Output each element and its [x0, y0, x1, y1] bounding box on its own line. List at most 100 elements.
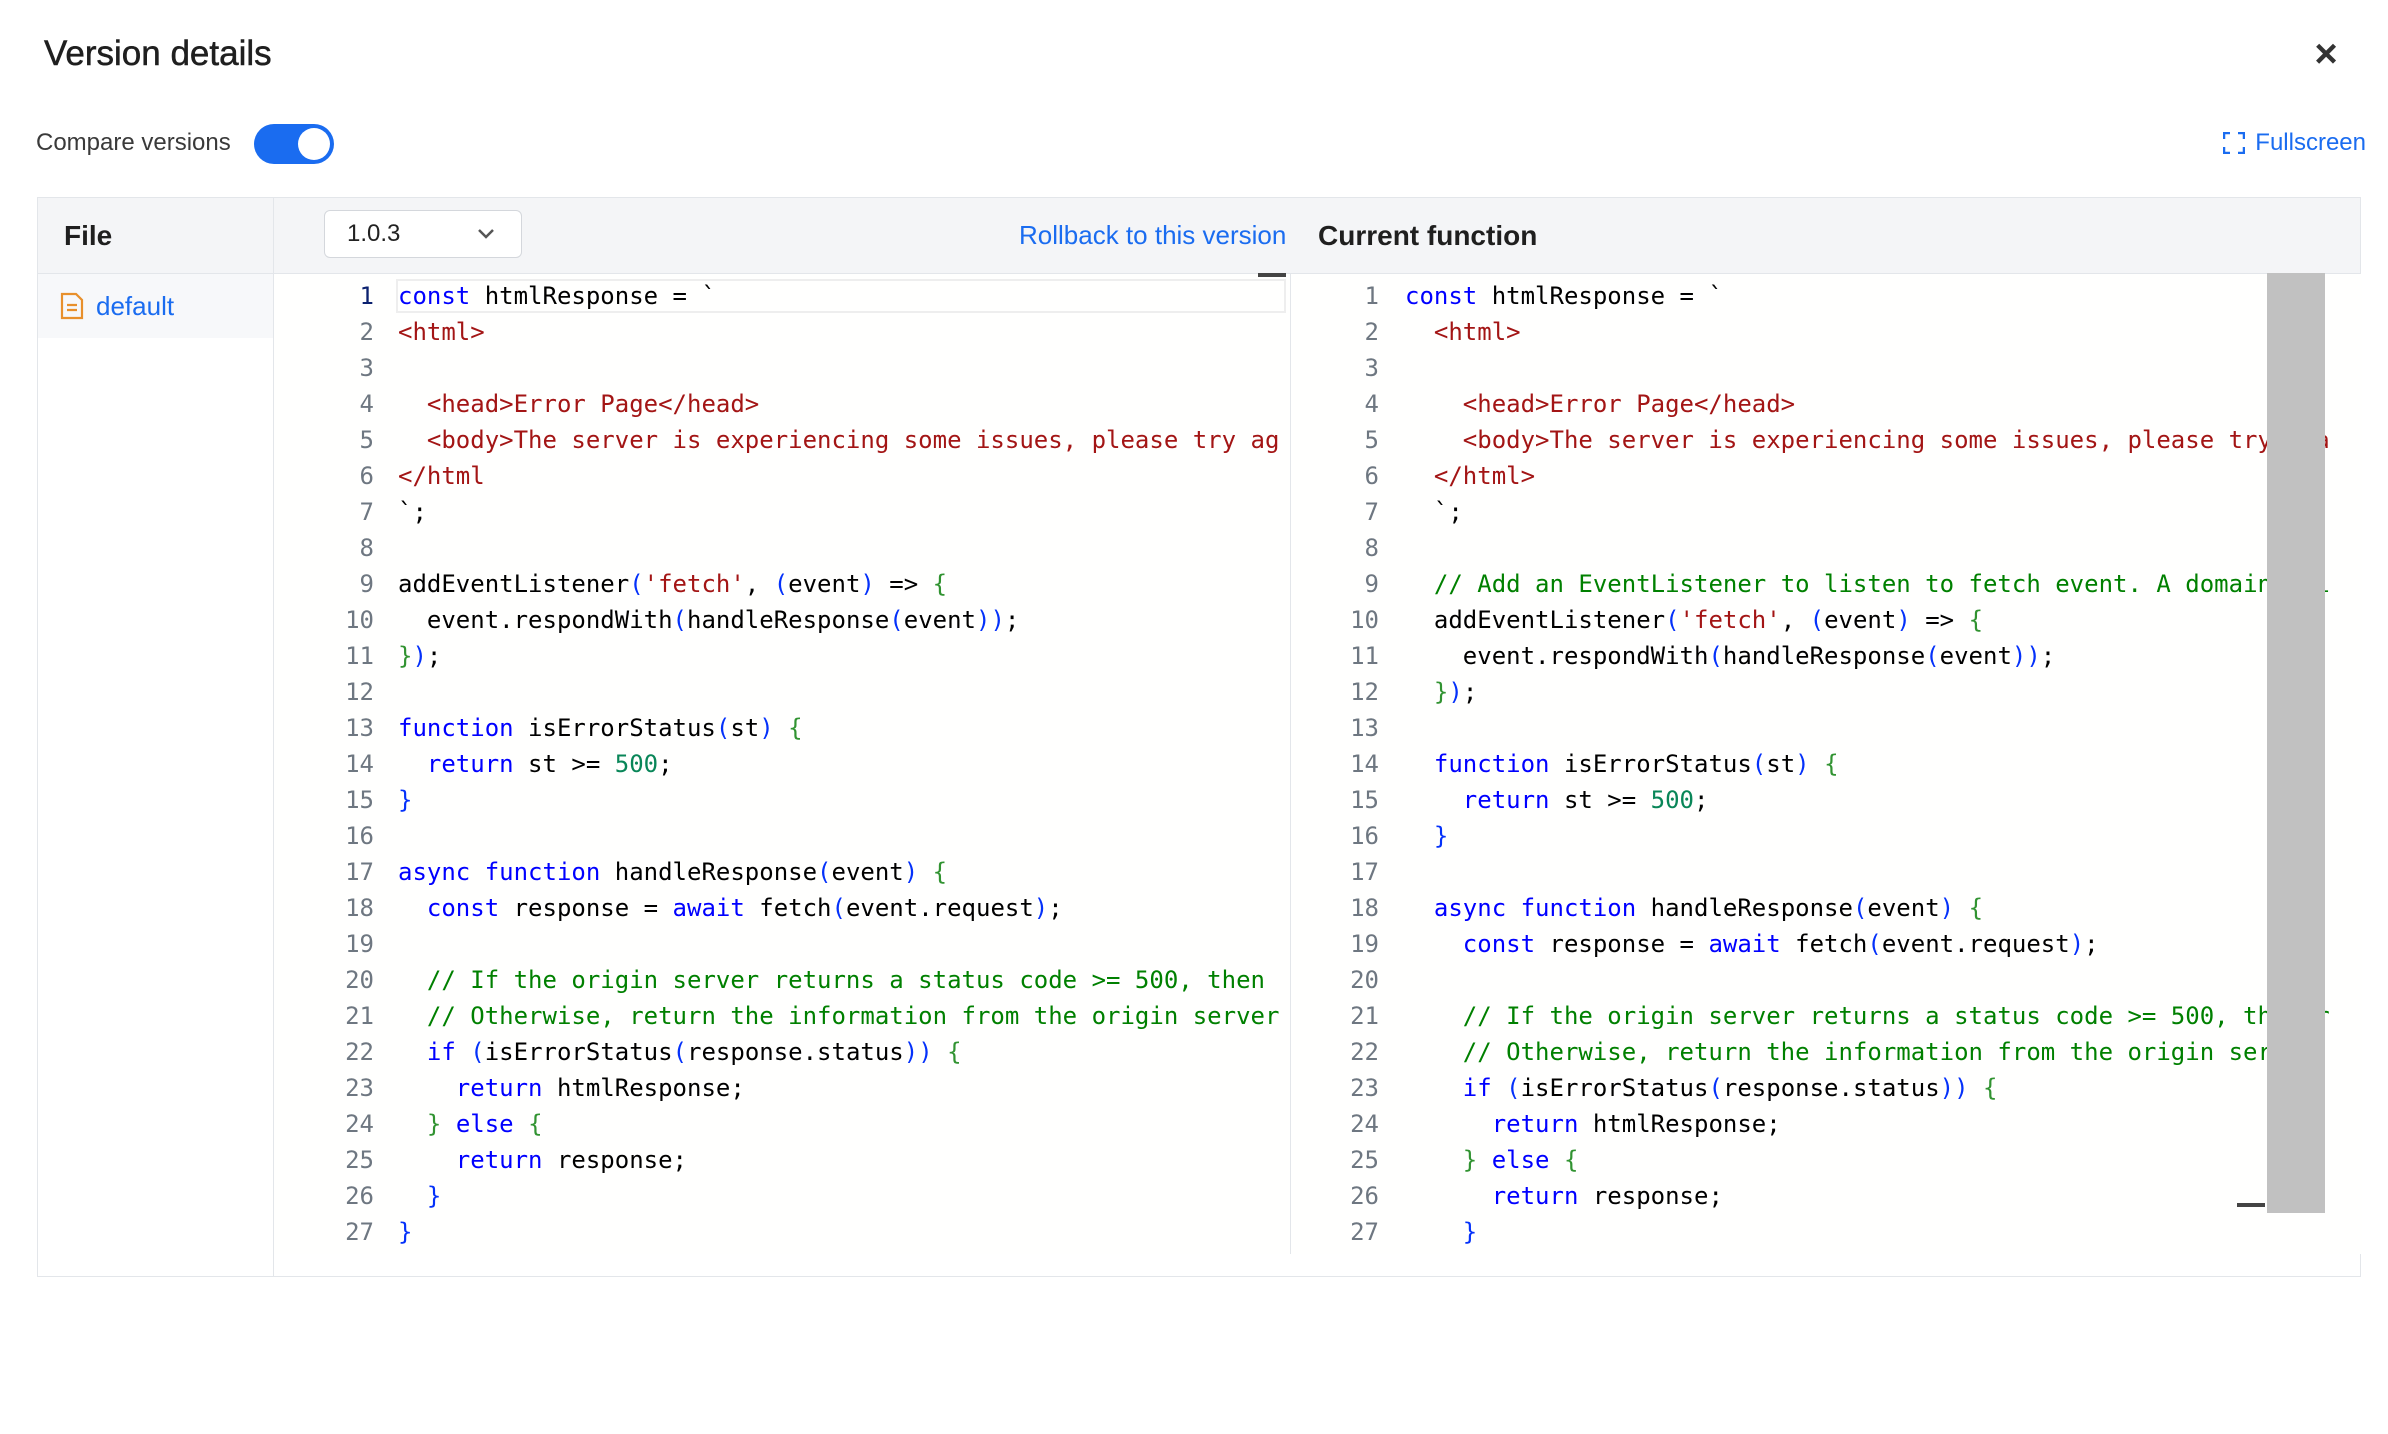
code-line: 14 return st >= 500;	[274, 746, 1290, 782]
code-line: 5 <body>The server is experiencing some …	[1291, 422, 2362, 458]
version-compare-panel: File default 1.0.3 Rollback to this vers…	[37, 197, 2362, 1277]
line-number: 22	[1350, 1038, 1379, 1066]
code-line: 17	[1291, 854, 2362, 890]
line-number: 5	[1364, 426, 1379, 454]
line-number: 6	[1364, 462, 1379, 490]
file-item-label: default	[96, 290, 175, 321]
code-line: 22 // Otherwise, return the information …	[1291, 1034, 2362, 1070]
chevron-down-icon	[478, 229, 494, 239]
line-number: 12	[345, 678, 374, 706]
code-line: 16	[274, 818, 1290, 854]
line-number: 11	[345, 642, 374, 670]
code-line: 13 function isErrorStatus(st) {	[274, 710, 1290, 746]
line-number: 23	[1350, 1074, 1379, 1102]
code-line: 7 `;	[1291, 494, 2362, 530]
code-line: 11});	[274, 638, 1290, 674]
file-icon	[60, 292, 84, 320]
code-text: addEventListener('fetch', (event) => {	[398, 570, 948, 598]
code-line: 27 }	[1291, 1214, 2362, 1250]
code-text: } else {	[426, 1110, 543, 1138]
line-number: 2	[1364, 318, 1379, 346]
line-number: 10	[1350, 606, 1379, 634]
code-line: 26 return response;	[1291, 1178, 2362, 1214]
code-text: addEventListener('fetch', (event) => {	[1405, 606, 1984, 634]
code-line: 2 <html>	[274, 314, 1290, 350]
code-line: 13	[1291, 710, 2362, 746]
code-text: event.respondWith(handleResponse(event))…	[1405, 642, 2056, 670]
fullscreen-icon	[2223, 132, 2246, 154]
code-line: 18 const response = await fetch(event.re…	[274, 890, 1290, 926]
code-line: 2 <html>	[1291, 314, 2362, 350]
overview-ruler-mark	[1258, 273, 1286, 277]
code-text: });	[1433, 678, 1478, 706]
code-text: function isErrorStatus(st) {	[398, 714, 803, 742]
code-text: <html>	[398, 318, 485, 346]
line-number: 13	[345, 714, 374, 742]
code-text: } else {	[1462, 1146, 1579, 1174]
line-number: 13	[1350, 714, 1379, 742]
code-line: 24 return htmlResponse;	[1291, 1106, 2362, 1142]
code-text: <head>Error Page</head>	[1462, 390, 1796, 418]
code-line: 7 `;	[274, 494, 1290, 530]
code-text: }	[398, 1218, 413, 1246]
code-text: return htmlResponse;	[455, 1074, 745, 1102]
line-number: 22	[345, 1038, 374, 1066]
fullscreen-label: Fullscreen	[2255, 129, 2366, 156]
line-number: 7	[1364, 498, 1379, 526]
line-number: 3	[359, 354, 374, 382]
compare-versions-toggle[interactable]	[254, 124, 334, 164]
file-item-default[interactable]: default	[38, 274, 273, 338]
overview-ruler-mark	[2237, 1203, 2265, 1207]
code-line: 23 if (isErrorStatus(response.status)) {	[1291, 1070, 2362, 1106]
line-number: 4	[359, 390, 374, 418]
line-number: 21	[1350, 1002, 1379, 1030]
code-line: 1 const htmlResponse = `	[1291, 278, 2362, 314]
line-number: 15	[345, 786, 374, 814]
code-text: <body>The server is experiencing some is…	[426, 426, 1280, 454]
close-icon[interactable]: ×	[2308, 34, 2344, 74]
line-number: 14	[1350, 750, 1379, 778]
code-text: return st >= 500;	[1462, 786, 1709, 814]
line-number: 16	[345, 822, 374, 850]
code-line: 8	[1291, 530, 2362, 566]
previous-version-editor[interactable]: 1 const htmlResponse = ` 2 <html> 3 4 <head>E…	[274, 274, 1290, 1254]
code-line: 20	[1291, 962, 2362, 998]
code-line: 25 } else {	[1291, 1142, 2362, 1178]
code-line: 5 <body>The server is experiencing some …	[274, 422, 1290, 458]
code-line: 12	[274, 674, 1290, 710]
line-number: 23	[345, 1074, 374, 1102]
line-number: 18	[345, 894, 374, 922]
code-line: 23 return htmlResponse;	[274, 1070, 1290, 1106]
line-number: 15	[1350, 786, 1379, 814]
code-text: // Otherwise, return the information fro…	[1462, 1038, 2330, 1066]
code-text: async function handleResponse(event) {	[1433, 894, 1984, 922]
line-number: 19	[345, 930, 374, 958]
code-line: 1 const htmlResponse = `	[274, 278, 1290, 314]
line-number: 3	[1364, 354, 1379, 382]
fullscreen-button[interactable]: Fullscreen	[2223, 128, 2366, 158]
line-number: 11	[1350, 642, 1379, 670]
line-number: 14	[345, 750, 374, 778]
code-text: async function handleResponse(event) {	[398, 858, 948, 886]
version-select[interactable]: 1.0.3	[324, 210, 522, 258]
line-number: 7	[359, 498, 374, 526]
code-line: 14 function isErrorStatus(st) {	[1291, 746, 2362, 782]
file-column-header: File	[38, 198, 273, 274]
toggle-knob	[298, 128, 330, 160]
current-function-editor[interactable]: 1 const htmlResponse = ` 2 <html> 3 4 <head>…	[1290, 274, 2362, 1254]
code-text: return response;	[455, 1146, 687, 1174]
code-text: event.respondWith(handleResponse(event))…	[398, 606, 1020, 634]
code-text: `;	[398, 498, 427, 526]
code-line: 11 event.respondWith(handleResponse(even…	[1291, 638, 2362, 674]
code-line: 22 if (isErrorStatus(response.status)) {	[274, 1034, 1290, 1070]
line-number: 19	[1350, 930, 1379, 958]
code-line: 3	[1291, 350, 2362, 386]
editor-scrollbar[interactable]	[2267, 273, 2325, 1213]
code-text: }	[426, 1182, 442, 1210]
code-text: const response = await fetch(event.reque…	[1462, 930, 2099, 958]
code-line: 6 </html>	[1291, 458, 2362, 494]
code-line: 9 addEventListener('fetch', (event) => {	[274, 566, 1290, 602]
code-text: return htmlResponse;	[1491, 1110, 1781, 1138]
code-text: </html	[398, 462, 485, 490]
rollback-button[interactable]: Rollback to this version	[1019, 220, 1286, 251]
